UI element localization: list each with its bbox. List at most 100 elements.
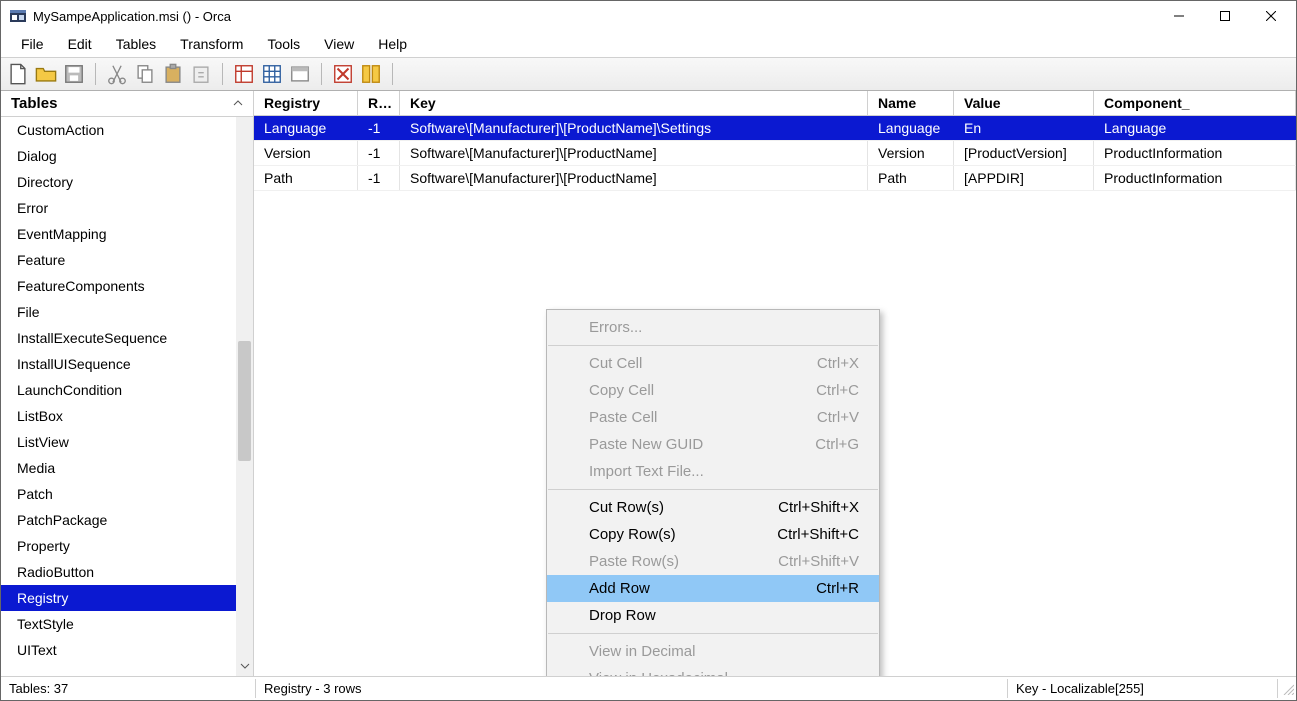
cell-root[interactable]: -1: [358, 116, 400, 140]
column-header-root[interactable]: R...: [358, 91, 400, 115]
menu-file[interactable]: File: [9, 34, 56, 54]
toolbar-separator: [392, 63, 393, 85]
paste-special-icon[interactable]: [190, 63, 212, 85]
paste-icon[interactable]: [162, 63, 184, 85]
cm-view-decimal[interactable]: View in Decimal: [547, 638, 879, 665]
main-area: Tables CustomActionDialogDirectoryErrorE…: [1, 91, 1296, 676]
table-list-item[interactable]: RadioButton: [1, 559, 253, 585]
cell-key[interactable]: Software\[Manufacturer]\[ProductName]\Se…: [400, 116, 868, 140]
table-list-item[interactable]: PatchPackage: [1, 507, 253, 533]
menu-transform[interactable]: Transform: [168, 34, 255, 54]
cm-import-text[interactable]: Import Text File...: [547, 458, 879, 485]
table-list-item[interactable]: Media: [1, 455, 253, 481]
table-list-item[interactable]: LaunchCondition: [1, 377, 253, 403]
column-header-component[interactable]: Component_: [1094, 91, 1296, 115]
table-list-item[interactable]: Error: [1, 195, 253, 221]
cell-key[interactable]: Software\[Manufacturer]\[ProductName]: [400, 166, 868, 190]
menu-help[interactable]: Help: [366, 34, 419, 54]
cut-icon[interactable]: [106, 63, 128, 85]
cell-registry[interactable]: Version: [254, 141, 358, 165]
transform-apply-icon[interactable]: [332, 63, 354, 85]
table-list-item[interactable]: Property: [1, 533, 253, 559]
menu-view[interactable]: View: [312, 34, 366, 54]
cm-copy-cell[interactable]: Copy CellCtrl+C: [547, 377, 879, 404]
cm-separator: [548, 345, 878, 346]
toolbar: [1, 57, 1296, 91]
cell-name[interactable]: Path: [868, 166, 954, 190]
cell-component[interactable]: ProductInformation: [1094, 166, 1296, 190]
toolbar-separator: [95, 63, 96, 85]
cm-cut-cell[interactable]: Cut CellCtrl+X: [547, 350, 879, 377]
menu-edit[interactable]: Edit: [56, 34, 104, 54]
toolbar-separator: [321, 63, 322, 85]
table-list-item[interactable]: Dialog: [1, 143, 253, 169]
chevron-down-icon[interactable]: [236, 658, 253, 674]
menu-tools[interactable]: Tools: [255, 34, 312, 54]
table-row[interactable]: Path-1Software\[Manufacturer]\[ProductNa…: [254, 166, 1296, 191]
table-list-item[interactable]: Patch: [1, 481, 253, 507]
column-header-name[interactable]: Name: [868, 91, 954, 115]
table-list-item[interactable]: FeatureComponents: [1, 273, 253, 299]
cell-value[interactable]: [ProductVersion]: [954, 141, 1094, 165]
dialog-icon[interactable]: [289, 63, 311, 85]
scrollbar-thumb[interactable]: [238, 341, 251, 461]
table-icon[interactable]: [261, 63, 283, 85]
table-list-item[interactable]: Directory: [1, 169, 253, 195]
status-column-info: Key - Localizable[255]: [1008, 679, 1278, 698]
cell-root[interactable]: -1: [358, 166, 400, 190]
cell-component[interactable]: ProductInformation: [1094, 141, 1296, 165]
table-list-item[interactable]: InstallUISequence: [1, 351, 253, 377]
cm-add-row[interactable]: Add RowCtrl+R: [547, 575, 879, 602]
cell-value[interactable]: [APPDIR]: [954, 166, 1094, 190]
menu-tables[interactable]: Tables: [104, 34, 168, 54]
maximize-button[interactable]: [1202, 1, 1248, 31]
cm-paste-guid[interactable]: Paste New GUIDCtrl+G: [547, 431, 879, 458]
cell-key[interactable]: Software\[Manufacturer]\[ProductName]: [400, 141, 868, 165]
cell-component[interactable]: Language: [1094, 116, 1296, 140]
cm-copy-rows[interactable]: Copy Row(s)Ctrl+Shift+C: [547, 521, 879, 548]
table-row[interactable]: Version-1Software\[Manufacturer]\[Produc…: [254, 141, 1296, 166]
table-list-item[interactable]: ListBox: [1, 403, 253, 429]
transform-compare-icon[interactable]: [360, 63, 382, 85]
cell-name[interactable]: Version: [868, 141, 954, 165]
column-header-registry[interactable]: Registry: [254, 91, 358, 115]
close-button[interactable]: [1248, 1, 1294, 31]
table-list-item[interactable]: File: [1, 299, 253, 325]
cell-registry[interactable]: Language: [254, 116, 358, 140]
table-list-item[interactable]: UIText: [1, 637, 253, 663]
save-icon[interactable]: [63, 63, 85, 85]
cm-paste-cell[interactable]: Paste CellCtrl+V: [547, 404, 879, 431]
table-list-item[interactable]: ListView: [1, 429, 253, 455]
window-controls: [1156, 1, 1294, 31]
cm-view-hex[interactable]: View in Hexadecimal: [547, 665, 879, 676]
cm-drop-row[interactable]: Drop Row: [547, 602, 879, 629]
table-list-item[interactable]: Feature: [1, 247, 253, 273]
cell-value[interactable]: En: [954, 116, 1094, 140]
copy-icon[interactable]: [134, 63, 156, 85]
context-menu: Errors... Cut CellCtrl+X Copy CellCtrl+C…: [546, 309, 880, 676]
menu-bar: File Edit Tables Transform Tools View He…: [1, 31, 1296, 57]
scrollbar[interactable]: [236, 117, 253, 676]
table-list-item[interactable]: CustomAction: [1, 117, 253, 143]
table-list-item[interactable]: Registry: [1, 585, 253, 611]
resize-grip-icon[interactable]: [1278, 681, 1296, 697]
open-file-icon[interactable]: [35, 63, 57, 85]
tables-list: CustomActionDialogDirectoryErrorEventMap…: [1, 117, 253, 676]
validation-icon[interactable]: [233, 63, 255, 85]
new-file-icon[interactable]: [7, 63, 29, 85]
cm-paste-rows[interactable]: Paste Row(s)Ctrl+Shift+V: [547, 548, 879, 575]
cell-name[interactable]: Language: [868, 116, 954, 140]
table-row[interactable]: Language-1Software\[Manufacturer]\[Produ…: [254, 116, 1296, 141]
cell-registry[interactable]: Path: [254, 166, 358, 190]
table-list-item[interactable]: TextStyle: [1, 611, 253, 637]
column-header-value[interactable]: Value: [954, 91, 1094, 115]
cell-root[interactable]: -1: [358, 141, 400, 165]
table-list-item[interactable]: InstallExecuteSequence: [1, 325, 253, 351]
table-list-item[interactable]: EventMapping: [1, 221, 253, 247]
tables-sidebar-header[interactable]: Tables: [1, 91, 253, 117]
minimize-button[interactable]: [1156, 1, 1202, 31]
column-header-key[interactable]: Key: [400, 91, 868, 115]
status-tables-count: Tables: 37: [1, 679, 256, 698]
cm-cut-rows[interactable]: Cut Row(s)Ctrl+Shift+X: [547, 494, 879, 521]
cm-errors[interactable]: Errors...: [547, 314, 879, 341]
